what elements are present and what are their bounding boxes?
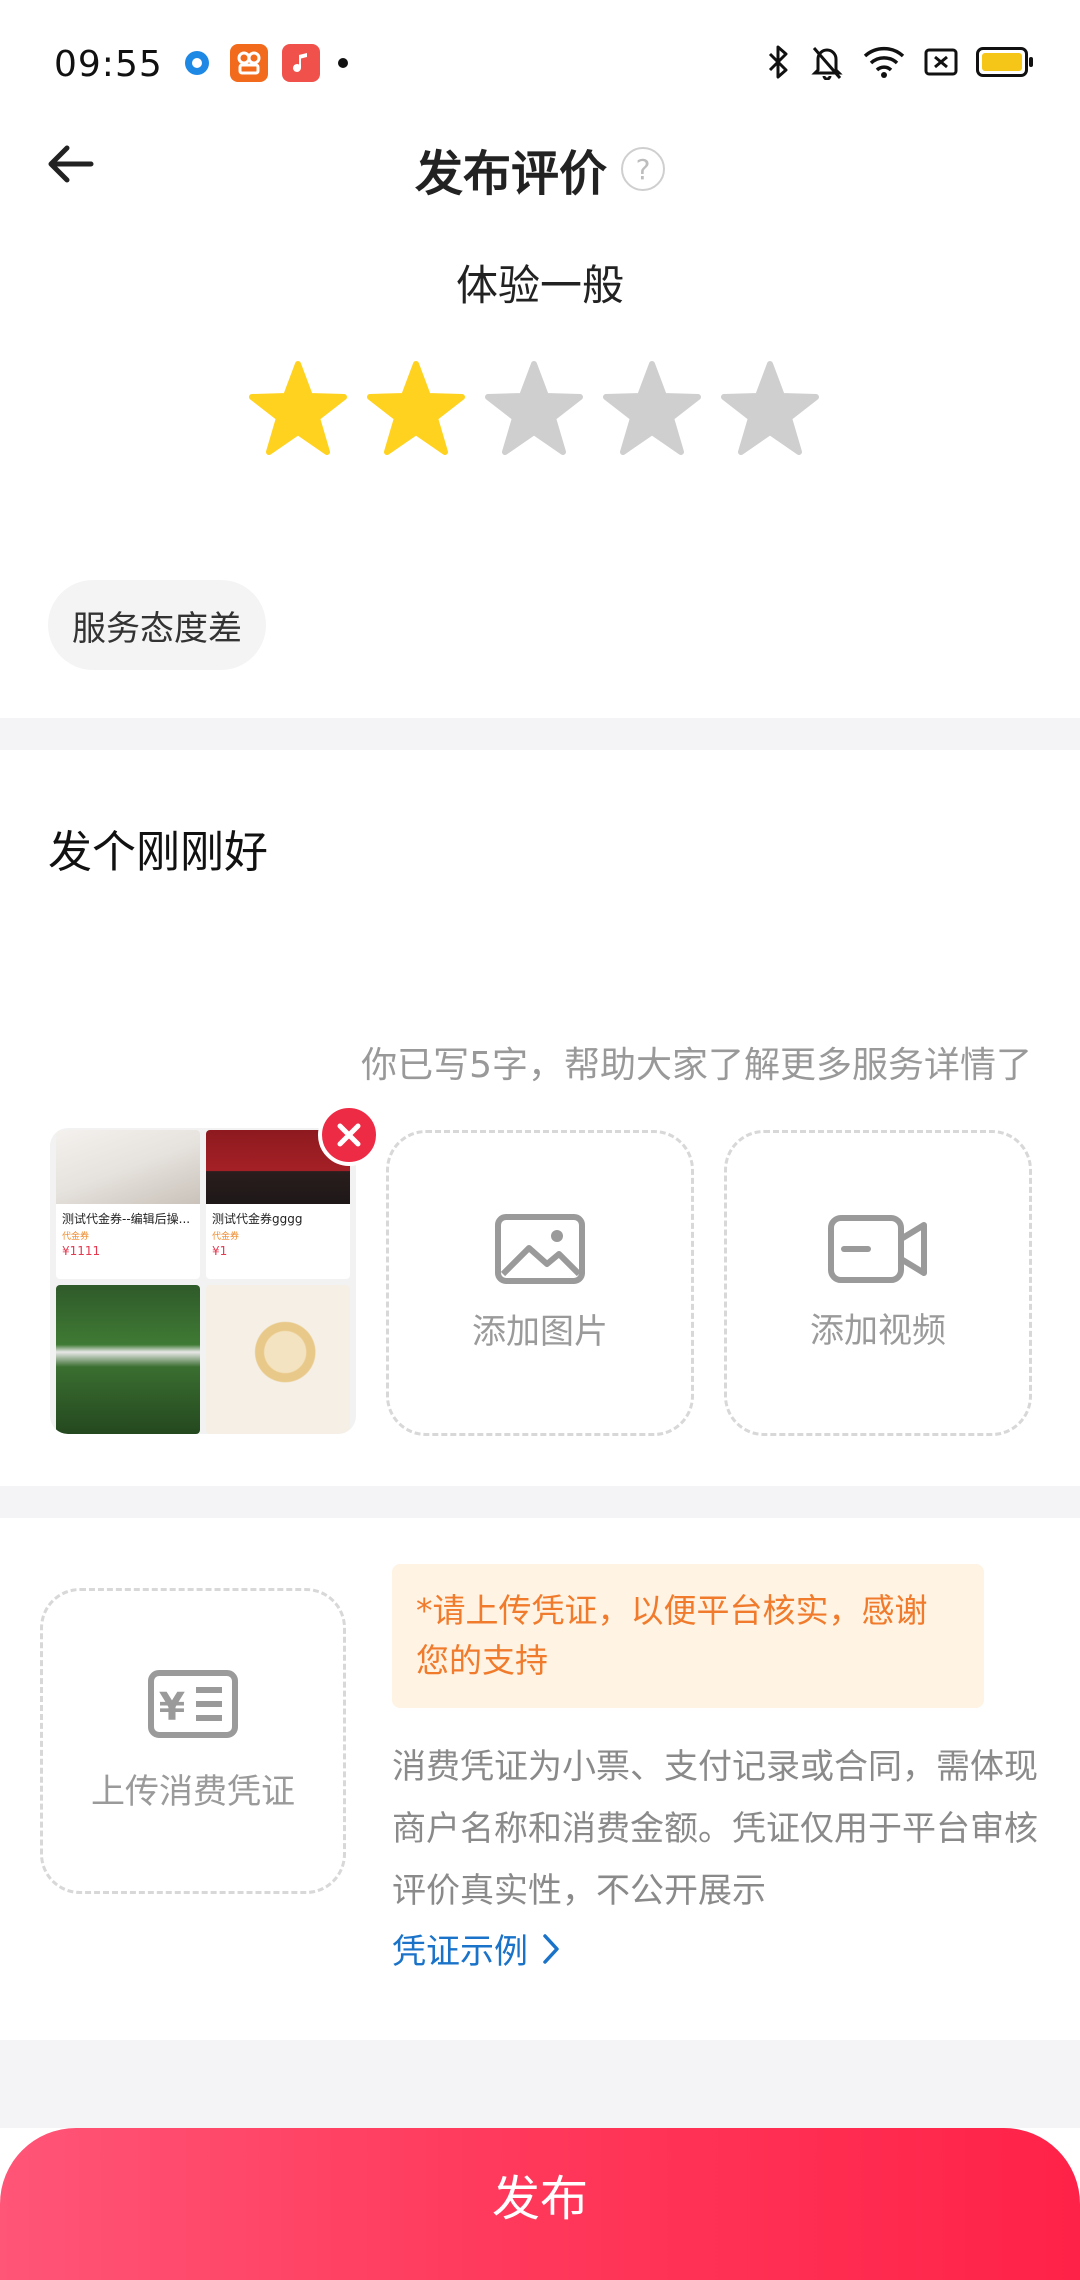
svg-text:¥: ¥ [159, 1685, 185, 1729]
page-title: 发布评价 ? [0, 134, 1080, 204]
app-notification-icon [230, 44, 268, 82]
add-image-button[interactable]: 添加图片 [386, 1130, 694, 1436]
receipt-icon: ¥ [148, 1669, 238, 1738]
tag-chip[interactable]: 服务态度差 [48, 580, 266, 670]
review-text-input[interactable]: 发个刚刚好 [48, 816, 268, 880]
status-time: 09:55 [54, 44, 163, 85]
star-rating[interactable] [248, 360, 820, 460]
star-empty-icon[interactable] [720, 360, 820, 460]
more-notifications-dot [338, 58, 348, 68]
mute-bell-icon [811, 47, 843, 80]
upload-receipt-label: 上传消费凭证 [91, 1771, 295, 1812]
thumb-card: 测试代金券--编辑后操... 代金券 ¥1111 [56, 1130, 200, 1279]
wifi-icon [863, 46, 905, 78]
header: 发布评价 ? [0, 120, 1080, 210]
star-empty-icon[interactable] [484, 360, 584, 460]
publish-button[interactable]: 发布 [0, 2128, 1080, 2280]
remove-image-button[interactable] [318, 1104, 380, 1166]
add-image-label: 添加图片 [472, 1311, 608, 1352]
chevron-right-icon [543, 1933, 559, 1964]
image-icon [495, 1213, 585, 1284]
receipt-example-link[interactable]: 凭证示例 [392, 1924, 560, 1973]
thumb-photo [56, 1285, 200, 1434]
system-icons [766, 44, 1033, 80]
browser-notification-icon [178, 44, 216, 82]
help-icon[interactable]: ? [621, 147, 665, 191]
receipt-description: 消费凭证为小票、支付记录或合同，需体现商户名称和消费金额。凭证仅用于平台审核评价… [392, 1747, 1038, 1911]
star-empty-icon[interactable] [602, 360, 702, 460]
thumb-photo [206, 1285, 350, 1434]
receipt-notice: *请上传凭证，以便平台核实，感谢您的支持 [392, 1564, 984, 1708]
page-title-text: 发布评价 [414, 146, 607, 202]
status-bar: 09:55 [0, 0, 1080, 130]
no-sim-icon [924, 48, 958, 76]
add-video-button[interactable]: 添加视频 [724, 1130, 1032, 1436]
bluetooth-icon [768, 45, 788, 79]
star-filled-icon[interactable] [248, 360, 348, 460]
bottom-spacer [0, 2040, 1080, 2128]
rating-label: 体验一般 [455, 261, 624, 310]
receipt-example-label: 凭证示例 [392, 1932, 528, 1972]
word-count-hint: 你已写5字，帮助大家了解更多服务详情了 [361, 1045, 1032, 1086]
notification-icons [178, 44, 348, 82]
battery-icon [976, 47, 1033, 77]
add-video-label: 添加视频 [810, 1310, 946, 1351]
music-notification-icon [282, 44, 320, 82]
video-camera-icon [828, 1214, 927, 1283]
section-divider [0, 1486, 1080, 1518]
uploaded-image-thumbnail[interactable]: 测试代金券--编辑后操... 代金券 ¥1111 测试代金券gggg 代金券 ¥… [50, 1128, 356, 1434]
section-divider [0, 718, 1080, 750]
star-filled-icon[interactable] [366, 360, 466, 460]
publish-button-label: 发布 [491, 2171, 588, 2227]
close-icon [337, 1123, 361, 1147]
upload-receipt-button[interactable]: ¥ 上传消费凭证 [40, 1588, 346, 1894]
